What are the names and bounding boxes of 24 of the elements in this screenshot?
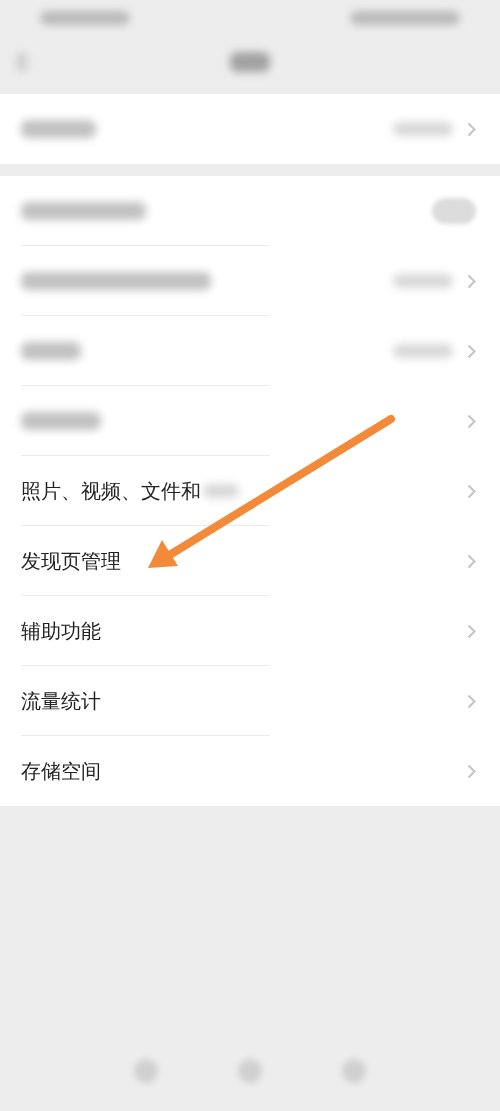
chevron-icon [467, 693, 476, 709]
chevron-icon [467, 483, 476, 499]
chevron-icon [467, 121, 476, 137]
blurred-value [393, 344, 453, 358]
blurred-nav-icon[interactable] [134, 1059, 158, 1083]
blurred-value [393, 122, 453, 136]
chevron-icon [467, 273, 476, 289]
chevron-icon [467, 413, 476, 429]
row-label[interactable]: 辅助功能 [21, 617, 101, 645]
chevron-icon [467, 343, 476, 359]
chevron-icon [467, 763, 476, 779]
row-label[interactable]: 照片、视频、文件和 [21, 477, 201, 505]
row-label[interactable]: 存储空间 [21, 757, 101, 785]
chevron-icon [467, 553, 476, 569]
blurred-label [203, 484, 239, 498]
blurred-nav-icon[interactable] [342, 1059, 366, 1083]
blurred-title [230, 52, 270, 72]
chevron-icon [467, 623, 476, 639]
blurred-nav-icon[interactable] [238, 1059, 262, 1083]
blurred-label [21, 342, 81, 360]
blurred-value [393, 274, 453, 288]
blurred-toggle[interactable] [432, 198, 476, 224]
row-label[interactable]: 发现页管理 [21, 547, 121, 575]
row-label[interactable]: 流量统计 [21, 687, 101, 715]
